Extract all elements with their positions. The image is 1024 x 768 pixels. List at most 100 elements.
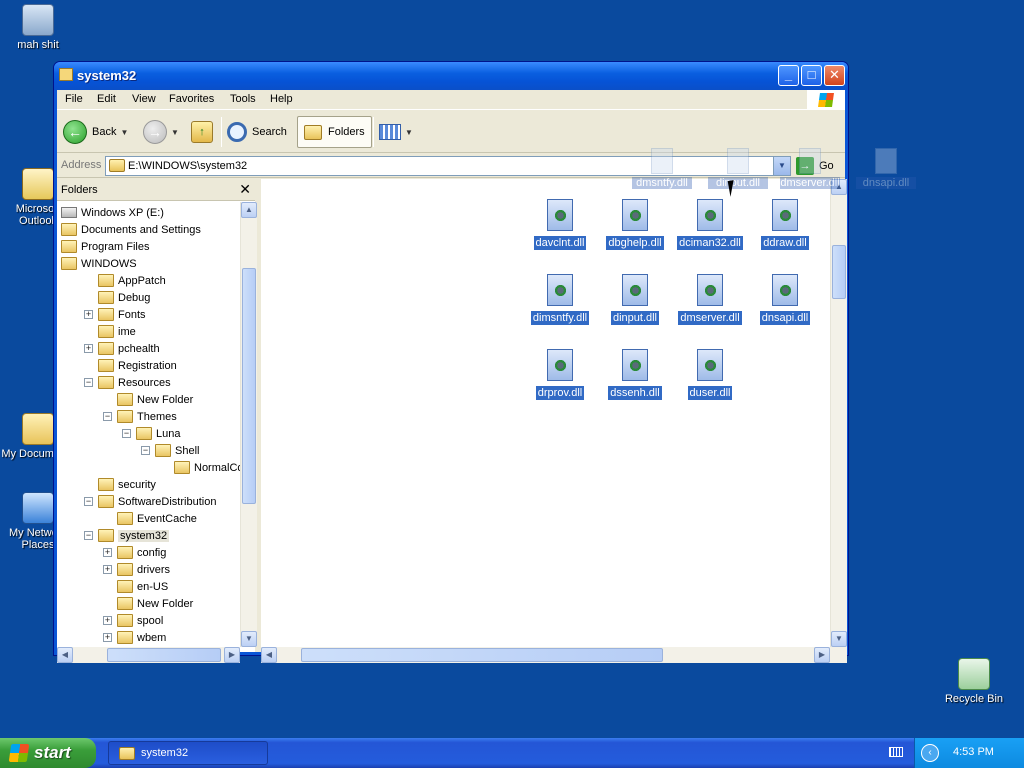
file-item[interactable]: dnsapi.dll — [750, 274, 820, 325]
menu-help[interactable]: Help — [270, 93, 293, 105]
file-item[interactable]: dmserver.dll — [675, 274, 745, 325]
folder-tree-horizontal-scrollbar[interactable]: ◀ ▶ — [57, 647, 240, 663]
expand-icon[interactable]: + — [103, 565, 112, 574]
collapse-icon[interactable]: − — [84, 497, 93, 506]
tree-item[interactable]: en-US — [117, 578, 168, 595]
folders-icon — [304, 124, 322, 140]
collapse-icon[interactable]: − — [103, 412, 112, 421]
title-bar[interactable]: system32 _ □ ✕ — [54, 62, 848, 90]
expand-icon[interactable]: + — [84, 344, 93, 353]
taskbar-button-system32[interactable]: system32 — [108, 741, 268, 765]
tree-item[interactable]: WINDOWS — [61, 255, 137, 272]
file-item[interactable]: dssenh.dll — [600, 349, 670, 400]
tree-item[interactable]: Documents and Settings — [61, 221, 201, 238]
tree-item-label: New Folder — [137, 597, 194, 610]
scroll-right-button[interactable]: ▶ — [814, 647, 830, 663]
menu-edit[interactable]: Edit — [97, 93, 116, 105]
tree-item-label: en-US — [137, 580, 169, 593]
tree-item[interactable]: − system32 — [84, 527, 170, 544]
scroll-left-button[interactable]: ◀ — [261, 647, 277, 663]
tree-item[interactable]: − Luna — [122, 425, 180, 442]
file-item-label: davclnt.dll — [533, 236, 587, 250]
tree-item[interactable]: New Folder — [117, 391, 193, 408]
tree-item[interactable]: security — [98, 476, 156, 493]
collapse-icon[interactable]: − — [84, 378, 93, 387]
tree-item[interactable]: Windows XP (E:) — [61, 204, 164, 221]
collapse-icon[interactable]: − — [141, 446, 150, 455]
collapse-icon[interactable]: − — [122, 429, 131, 438]
file-item-label: dbghelp.dll — [606, 236, 664, 250]
maximize-button[interactable]: □ — [801, 65, 822, 86]
minimize-button[interactable]: _ — [778, 65, 799, 86]
keyboard-icon[interactable] — [889, 747, 903, 757]
forward-button[interactable]: → ▼ — [143, 116, 179, 148]
views-button[interactable]: ▼ — [379, 116, 413, 148]
expand-icon[interactable]: + — [103, 616, 112, 625]
scrollbar-thumb[interactable] — [301, 648, 663, 662]
tree-item[interactable]: Registration — [98, 357, 177, 374]
file-item[interactable]: dimsntfy.dll — [525, 274, 595, 325]
tree-item[interactable]: Program Files — [61, 238, 149, 255]
tree-item[interactable]: + config — [103, 544, 166, 561]
desktop-icon-recycle-bin[interactable]: Recycle Bin — [936, 658, 1012, 705]
dll-file-icon — [875, 148, 897, 174]
tree-item[interactable]: + Fonts — [84, 306, 146, 323]
tree-item[interactable]: NormalColor — [174, 459, 240, 476]
tree-item-label: Debug — [118, 291, 151, 304]
show-hidden-icons-icon[interactable]: ‹ — [921, 744, 939, 762]
file-item[interactable]: dinput.dll — [600, 274, 670, 325]
menu-favorites[interactable]: Favorites — [169, 93, 214, 105]
scroll-down-button[interactable]: ▼ — [831, 631, 847, 647]
close-icon[interactable]: ✕ — [239, 181, 251, 198]
menu-file[interactable]: File — [65, 93, 83, 105]
tree-item[interactable]: − SoftwareDistribution — [84, 493, 216, 510]
tree-item[interactable]: + spool — [103, 612, 163, 629]
scroll-left-button[interactable]: ◀ — [57, 647, 73, 663]
menu-view[interactable]: View — [132, 93, 156, 105]
tree-item[interactable]: Debug — [98, 289, 150, 306]
tree-item[interactable]: EventCache — [117, 510, 197, 527]
back-button[interactable]: ← Back ▼ — [63, 116, 128, 148]
tree-item[interactable]: − Shell — [141, 442, 199, 459]
menu-tools[interactable]: Tools — [230, 93, 256, 105]
file-item[interactable]: dciman32.dll — [675, 199, 745, 250]
scrollbar-thumb[interactable] — [832, 245, 846, 299]
file-item[interactable]: dbghelp.dll — [600, 199, 670, 250]
file-item[interactable]: ddraw.dll — [750, 199, 820, 250]
tree-item[interactable]: − Themes — [103, 408, 177, 425]
folder-icon — [174, 461, 190, 474]
start-button[interactable]: start — [0, 738, 96, 768]
tree-item[interactable]: New Folder — [117, 595, 193, 612]
tree-item[interactable]: + pchealth — [84, 340, 160, 357]
desktop-icon-mah-shit[interactable]: mah shit — [0, 4, 76, 51]
tree-item[interactable]: ime — [98, 323, 136, 340]
close-button[interactable]: ✕ — [824, 65, 845, 86]
expand-icon[interactable]: + — [84, 310, 93, 319]
tree-item[interactable]: − Resources — [84, 374, 171, 391]
expand-icon[interactable]: + — [103, 633, 112, 642]
scroll-up-button[interactable]: ▲ — [241, 202, 257, 218]
tree-item[interactable]: AppPatch — [98, 272, 166, 289]
file-item[interactable]: davclnt.dll — [525, 199, 595, 250]
taskbar: start system32 ‹ 4:53 PM — [0, 738, 1024, 768]
folders-button[interactable]: Folders — [297, 116, 372, 148]
collapse-icon[interactable]: − — [84, 531, 93, 540]
tree-item[interactable]: + drivers — [103, 561, 170, 578]
file-item[interactable]: drprov.dll — [525, 349, 595, 400]
scrollbar-thumb[interactable] — [242, 268, 256, 504]
file-list-horizontal-scrollbar[interactable]: ◀ ▶ — [261, 647, 847, 663]
views-icon — [379, 124, 401, 140]
tree-item[interactable]: + wbem — [103, 629, 166, 646]
clock[interactable]: 4:53 PM — [953, 746, 994, 758]
expand-icon[interactable]: + — [103, 548, 112, 557]
folder-icon — [119, 746, 135, 760]
scrollbar-thumb[interactable] — [107, 648, 221, 662]
scroll-right-button[interactable]: ▶ — [224, 647, 240, 663]
scroll-down-button[interactable]: ▼ — [241, 631, 257, 647]
search-button[interactable]: Search — [227, 116, 287, 148]
file-list-vertical-scrollbar[interactable]: ▲ ▼ — [830, 179, 847, 647]
dll-file-icon — [799, 148, 821, 174]
folder-tree-vertical-scrollbar[interactable]: ▲ ▼ — [240, 202, 257, 647]
file-item[interactable]: duser.dll — [675, 349, 745, 400]
up-button[interactable]: ↑ — [191, 116, 213, 148]
